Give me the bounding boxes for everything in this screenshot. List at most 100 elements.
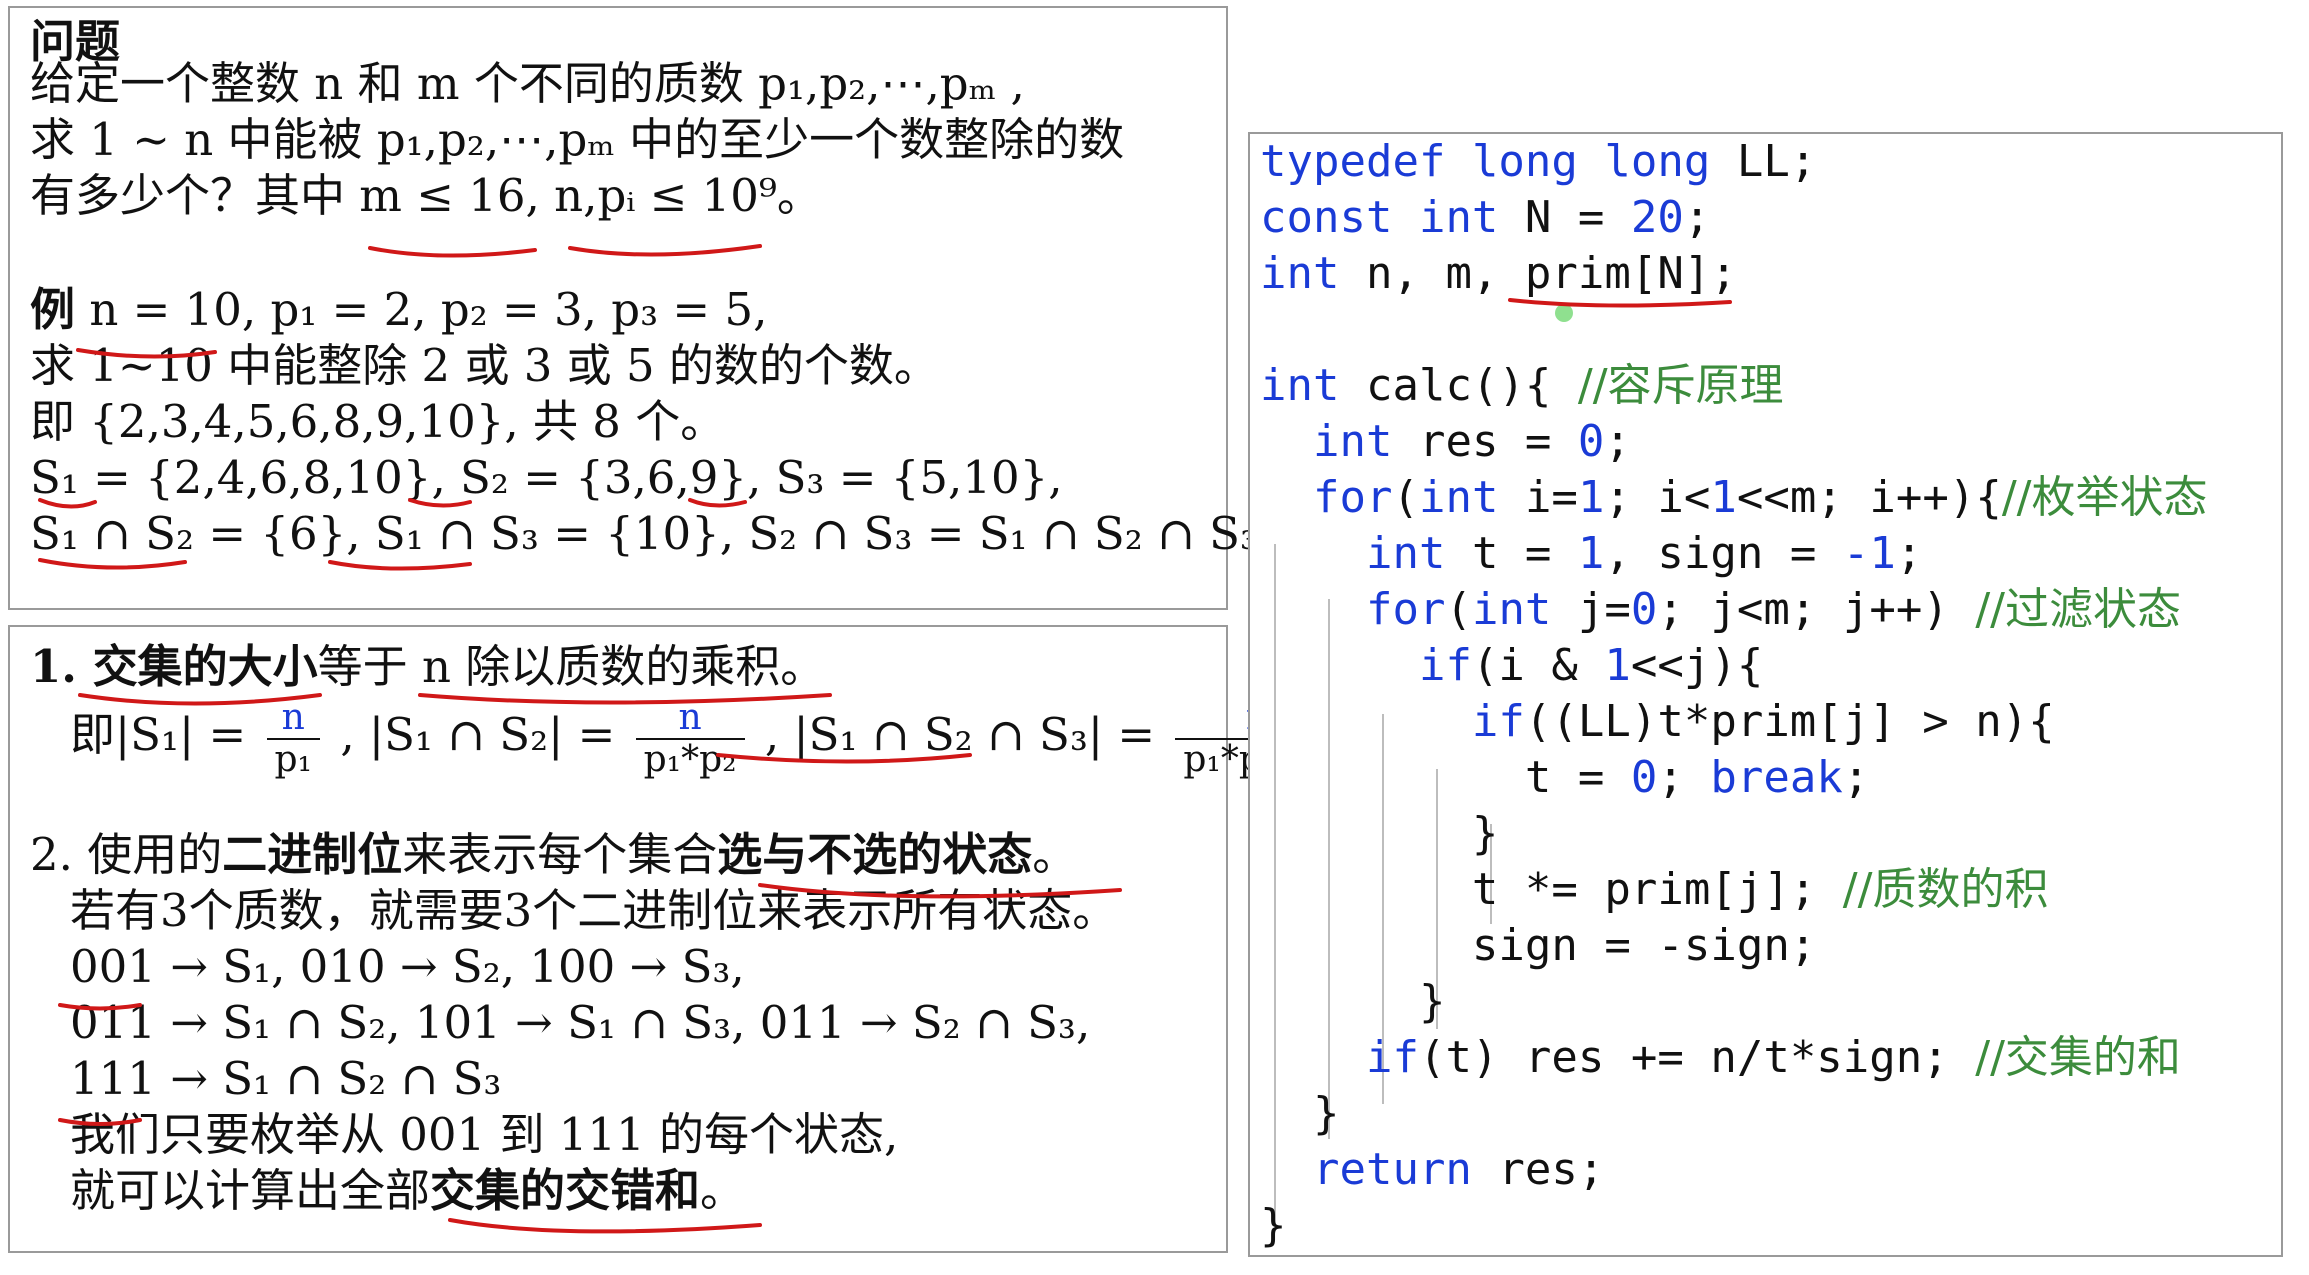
note-2-line-2: 若有3个质数，就需要3个二进制位来表示所有状态。 xyxy=(70,884,1118,937)
code-line-7: for(int i=1; i<1<<m; i++){//枚举状态 xyxy=(1260,470,2207,526)
comment: //枚举状态 xyxy=(2001,472,2208,523)
problem-panel: 问题 给定一个整数 n 和 m 个不同的质数 p₁,p₂,⋯,pₘ , 求 1 … xyxy=(8,6,1382,610)
note-2-number: 2. 使用的 xyxy=(30,828,223,881)
problem-line-3: 有多少个？其中 m ≤ 16, n,pᵢ ≤ 10⁹。 xyxy=(30,169,822,222)
code-text: ( xyxy=(1445,584,1472,635)
keyword: if xyxy=(1471,696,1525,747)
example-line-3: 即 {2,3,4,5,6,8,9,10}, 共 8 个。 xyxy=(30,395,726,448)
note-1-number: 1. xyxy=(30,640,93,693)
comment: //容斥原理 xyxy=(1577,360,1784,411)
code-text: ; xyxy=(1895,528,1923,579)
note-1-bold: 交集的大小 xyxy=(92,640,318,693)
keyword: long long xyxy=(1471,136,1711,187)
number-literal: 1 xyxy=(1604,640,1631,691)
formula-a: 即|S₁| = xyxy=(70,708,247,761)
keyword: int xyxy=(1418,472,1499,523)
code-text: sign = -sign; xyxy=(1471,920,1817,971)
code-text: n, m, prim[N]; xyxy=(1339,248,1737,299)
keyword: for xyxy=(1365,584,1446,635)
code-text: } xyxy=(1471,808,1499,859)
code-text: , sign = xyxy=(1604,528,1843,579)
formula-c: , |S₁ ∩ S₂ ∩ S₃| = xyxy=(764,708,1156,761)
keyword: int xyxy=(1418,192,1499,243)
note-2-end: 。 xyxy=(1032,828,1078,881)
note-1-rest: 等于 n 除以质数的乘积。 xyxy=(317,640,826,693)
keyword: if xyxy=(1365,1032,1419,1083)
keyword: typedef xyxy=(1260,136,1446,187)
note-2-line-4: 011 → S₁ ∩ S₂, 101 → S₁ ∩ S₃, 011 → S₂ ∩… xyxy=(70,996,1091,1049)
fraction-2-numerator: n xyxy=(678,696,702,738)
code-text: ; xyxy=(1683,192,1711,243)
fraction-2-denominator: p₁*p₂ xyxy=(635,737,745,780)
notes-panel: 1. 交集的大小等于 n 除以质数的乘积。 即|S₁| = n p₁ , |S₁ … xyxy=(8,625,1340,1253)
code-panel: typedef long long LL; const int N = 20 ; … xyxy=(1248,132,2283,1257)
comment: //过滤状态 xyxy=(1975,584,2181,635)
note-2-line-3: 001 → S₁, 010 → S₂, 100 → S₃, xyxy=(70,940,745,993)
code-line-13: } xyxy=(1260,806,1499,862)
code-text: ; xyxy=(1657,752,1711,803)
fraction-1: n p₁ xyxy=(266,696,320,780)
formula-b: , |S₁ ∩ S₂| = xyxy=(340,708,616,761)
example-line-5: S₁ ∩ S₂ = {6}, S₁ ∩ S₃ = {10}, S₂ ∩ S₃ =… xyxy=(30,507,1382,560)
code-line-17: if(t) res += n/t*sign; //交集的和 xyxy=(1260,1030,2181,1086)
code-line-3: int n, m, prim[N]; xyxy=(1260,246,1737,302)
code-text: ; xyxy=(1842,752,1870,803)
code-text: LL; xyxy=(1710,136,1817,187)
note-2-line-5: 111 → S₁ ∩ S₂ ∩ S₃ xyxy=(70,1052,502,1105)
fraction-1-denominator: p₁ xyxy=(266,737,320,780)
code-text: t = xyxy=(1524,752,1631,803)
example-line-2: 求 1~10 中能整除 2 或 3 或 5 的数的个数。 xyxy=(30,339,939,392)
code-text: } xyxy=(1312,1088,1340,1139)
number-literal: 1 xyxy=(1710,472,1737,523)
code-text: ( xyxy=(1392,472,1419,523)
note-2-heading: 2. 使用的二进制位来表示每个集合选与不选的状态。 xyxy=(30,827,1077,883)
note-2-line-7b: 交集的交错和 xyxy=(430,1164,701,1217)
keyword: int xyxy=(1312,416,1393,467)
code-text: N = xyxy=(1498,192,1631,243)
code-text: res; xyxy=(1471,1144,1605,1195)
code-text: } xyxy=(1418,976,1446,1027)
code-text: } xyxy=(1260,1200,1287,1251)
code-text: <<m; i++){ xyxy=(1736,472,2002,523)
note-2-line-6: 我们只要枚举从 001 到 111 的每个状态, xyxy=(70,1108,899,1161)
code-text: j= xyxy=(1551,584,1631,635)
note-1-formula: 即|S₁| = n p₁ , |S₁ ∩ S₂| = n p₁*p₂ , |S₁ ∩… xyxy=(70,695,1346,779)
code-text: ; i< xyxy=(1604,472,1711,523)
code-line-14: t *= prim[j]; //质数的积 xyxy=(1260,862,2049,918)
example-line-1: 例 n = 10, p₁ = 2, p₂ = 3, p₃ = 5, xyxy=(30,282,767,338)
number-literal: 0 xyxy=(1630,584,1658,635)
keyword: int xyxy=(1260,248,1340,299)
code-line-2: const int N = 20; xyxy=(1260,190,1710,246)
keyword: break xyxy=(1710,752,1843,803)
note-2-bold-1: 二进制位 xyxy=(222,828,403,881)
number-literal: 1 xyxy=(1577,528,1605,579)
code-text: (i & xyxy=(1471,640,1605,691)
code-line-15: sign = -sign; xyxy=(1260,918,1816,974)
note-2-mid: 来表示每个集合 xyxy=(402,828,718,881)
code-text: calc(){ xyxy=(1339,360,1578,411)
number-literal: 20 xyxy=(1630,192,1684,243)
code-text: t = xyxy=(1445,528,1578,579)
keyword: return xyxy=(1312,1144,1472,1195)
keyword: int xyxy=(1260,360,1340,411)
number-literal: 0 xyxy=(1577,416,1605,467)
example-params: n = 10, p₁ = 2, p₂ = 3, p₃ = 5, xyxy=(75,283,768,336)
code-line-11: if((LL)t*prim[j] > n){ xyxy=(1260,694,2055,750)
note-2-line-7: 就可以计算出全部交集的交错和。 xyxy=(70,1163,745,1219)
comment: //质数的积 xyxy=(1842,864,2049,915)
note-2-line-7c: 。 xyxy=(700,1164,746,1217)
code-line-5: int calc(){ //容斥原理 xyxy=(1260,358,1784,414)
keyword: for xyxy=(1312,472,1393,523)
problem-line-1: 给定一个整数 n 和 m 个不同的质数 p₁,p₂,⋯,pₘ , xyxy=(30,57,1025,110)
code-line-20: } xyxy=(1260,1198,1287,1254)
code-text: t *= prim[j]; xyxy=(1471,864,1843,915)
cursor-highlight xyxy=(1555,304,1573,322)
code-line-16: } xyxy=(1260,974,1446,1030)
code-line-10: if(i & 1<<j){ xyxy=(1260,638,1763,694)
comment: //交集的和 xyxy=(1975,1032,2181,1083)
fraction-1-numerator: n xyxy=(281,696,305,738)
code-line-18: } xyxy=(1260,1086,1340,1142)
keyword: const xyxy=(1260,192,1393,243)
code-text: i= xyxy=(1498,472,1578,523)
example-label: 例 xyxy=(30,283,76,336)
